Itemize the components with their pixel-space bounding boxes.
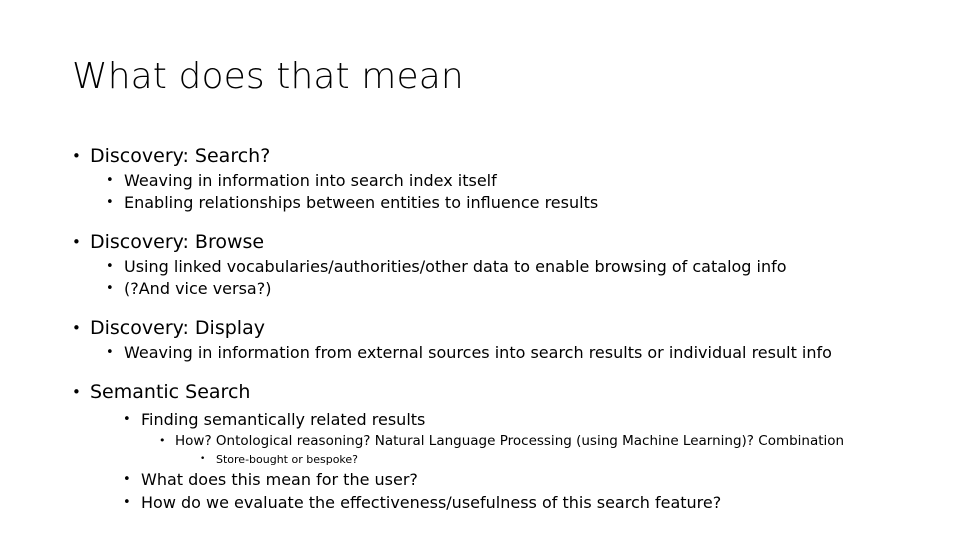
slide-title: What does that mean: [72, 56, 464, 97]
bullet-marker-icon: •: [123, 472, 131, 487]
bullet-marker-icon: •: [123, 495, 131, 510]
bullet-marker-icon: •: [123, 412, 131, 427]
bullet-marker-icon: •: [106, 259, 114, 274]
bullet-text: Weaving in information into search index…: [124, 171, 497, 190]
bullet-group-semantic-search: • Semantic Search • Finding semantically…: [72, 379, 922, 514]
bullet-marker-icon: •: [106, 173, 114, 188]
slide: What does that mean • Discovery: Search?…: [0, 0, 960, 540]
bullet-text: How do we evaluate the effectiveness/use…: [141, 493, 722, 512]
bullet-text: Store-bought or bespoke?: [216, 453, 359, 466]
bullet-text: Discovery: Search?: [90, 145, 271, 167]
bullet-level1-discovery-display: • Discovery: Display: [72, 315, 922, 342]
bullet-text: (?And vice versa?): [124, 279, 272, 298]
bullet-level3-how-do-we-evaluate: • How do we evaluate the effectiveness/u…: [72, 491, 922, 514]
bullet-marker-icon: •: [159, 434, 166, 447]
bullet-level5-store-bought-or-bespoke: • Store-bought or bespoke?: [72, 451, 922, 468]
bullet-level3-what-does-this-mean-for-user: • What does this mean for the user?: [72, 468, 922, 491]
bullet-group-discovery-display: • Discovery: Display • Weaving in inform…: [72, 315, 922, 364]
bullet-marker-icon: •: [72, 233, 81, 251]
bullet-level4-how-ontological-reasoning: • How? Ontological reasoning? Natural La…: [72, 431, 922, 451]
bullet-marker-icon: •: [72, 383, 81, 401]
bullet-level1-semantic-search: • Semantic Search: [72, 379, 922, 406]
bullet-text: Weaving in information from external sou…: [124, 343, 832, 362]
bullet-group-discovery-browse: • Discovery: Browse • Using linked vocab…: [72, 229, 922, 300]
bullet-marker-icon: •: [106, 195, 114, 210]
slide-body: • Discovery: Search? • Weaving in inform…: [72, 137, 922, 514]
bullet-level2-linked-vocabularies: • Using linked vocabularies/authorities/…: [72, 256, 922, 278]
bullet-text: Discovery: Display: [90, 317, 265, 339]
bullet-level2-and-vice-versa: • (?And vice versa?): [72, 278, 922, 300]
bullet-marker-icon: •: [72, 319, 81, 337]
bullet-text: Enabling relationships between entities …: [124, 193, 599, 212]
bullet-text: Finding semantically related results: [141, 410, 426, 429]
bullet-marker-icon: •: [106, 281, 114, 296]
bullet-group-discovery-search: • Discovery: Search? • Weaving in inform…: [72, 143, 922, 214]
bullet-text: What does this mean for the user?: [141, 470, 418, 489]
bullet-level1-discovery-search: • Discovery: Search?: [72, 143, 922, 170]
bullet-text: Discovery: Browse: [90, 231, 265, 253]
bullet-level2-enabling-relationships: • Enabling relationships between entitie…: [72, 192, 922, 214]
bullet-text: Semantic Search: [90, 381, 251, 403]
bullet-level2-weaving-external-sources: • Weaving in information from external s…: [72, 342, 922, 364]
bullet-level3-finding-semantically-related: • Finding semantically related results: [72, 408, 922, 431]
bullet-text: How? Ontological reasoning? Natural Lang…: [175, 433, 845, 449]
bullet-marker-icon: •: [106, 345, 114, 360]
bullet-marker-icon: •: [200, 454, 206, 464]
bullet-marker-icon: •: [72, 147, 81, 165]
bullet-text: Using linked vocabularies/authorities/ot…: [124, 257, 787, 276]
bullet-level1-discovery-browse: • Discovery: Browse: [72, 229, 922, 256]
bullet-level2-weaving-search-index: • Weaving in information into search ind…: [72, 170, 922, 192]
